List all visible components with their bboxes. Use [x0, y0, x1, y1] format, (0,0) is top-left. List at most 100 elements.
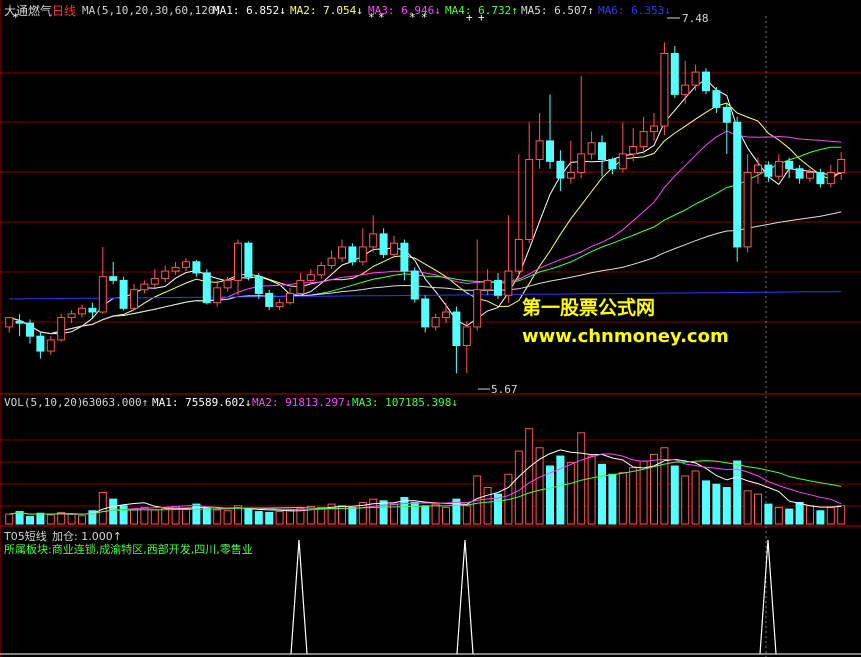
volume-bar [379, 500, 388, 525]
candle-body [670, 52, 679, 95]
ma6-readout: MA6: 6.353↓ [598, 4, 671, 17]
volume-bar [275, 511, 284, 525]
ma3-readout: MA3: 6.946↓ [368, 4, 441, 17]
candle-body [223, 279, 232, 289]
candle-body [795, 168, 804, 179]
volume-bar [743, 490, 752, 525]
volume-bar [223, 510, 232, 525]
candle-body [473, 289, 482, 328]
volume-bar [213, 509, 222, 525]
candle-body [702, 71, 710, 92]
candle-body [421, 298, 430, 328]
candle-body [764, 164, 773, 177]
volume-bar [254, 511, 263, 525]
volume-bar [317, 506, 326, 525]
candle-body [816, 172, 825, 185]
candle-body [234, 242, 242, 281]
volume-bar [618, 472, 627, 525]
candle-body [546, 140, 554, 162]
volume-bar [795, 501, 804, 525]
volume-bar [691, 470, 700, 525]
candle-body [296, 279, 305, 294]
candle-body [410, 270, 419, 300]
candle-body [98, 276, 107, 313]
candle-body [712, 90, 721, 108]
signal-spike [290, 539, 308, 655]
candle-body [400, 242, 409, 272]
candle-body [140, 283, 149, 291]
candle-body [265, 292, 274, 307]
candle-body [78, 307, 86, 315]
candle-body [806, 172, 814, 179]
candle-body [754, 164, 762, 174]
candle-body [379, 233, 388, 255]
candle-body [57, 317, 66, 341]
volume-bar [78, 515, 86, 525]
candle-body [650, 125, 658, 133]
high-price-label: 7.48 [682, 12, 709, 25]
volume-bar [67, 513, 76, 525]
candle-body [525, 159, 534, 240]
volume-bar [369, 498, 378, 525]
volume-bar [421, 505, 430, 525]
volume-bar [556, 455, 565, 525]
candle-body [275, 302, 284, 307]
ma4-readout: MA4: 6.732↑ [445, 4, 518, 17]
volume-bar [161, 507, 170, 525]
volume-bar [348, 506, 357, 525]
candle-body [556, 160, 565, 179]
stock-chart: * * * * * + + [0, 0, 861, 657]
volume-bar [525, 428, 534, 525]
candle-body [348, 246, 357, 263]
period-label: 日线 [52, 4, 77, 18]
candle-body [774, 160, 783, 177]
candle-body [483, 279, 492, 291]
candle-body [691, 71, 700, 86]
volume-bar [639, 460, 648, 525]
volume-bar [202, 506, 211, 525]
volume-bar [670, 465, 679, 525]
volume-spec: VOL(5,10,20) [4, 396, 84, 409]
candle-body [88, 307, 97, 313]
volume-bar [442, 506, 450, 525]
candle-body [358, 246, 367, 263]
signal-spike [759, 539, 777, 655]
watermark-url: www.chnmoney.com [522, 326, 729, 347]
volume-bar [410, 501, 419, 525]
volume-bar [754, 493, 762, 525]
candle-body [629, 145, 638, 155]
volume-bar [5, 513, 14, 525]
volume-bar [774, 506, 783, 525]
candle-body [244, 242, 253, 278]
t05-signal-line [0, 539, 861, 655]
candle-body [171, 266, 180, 272]
candle-body [67, 313, 76, 319]
candle-body [36, 335, 45, 352]
volume-bar [244, 508, 253, 525]
volume-bar [816, 510, 825, 525]
candle-body [608, 159, 617, 170]
volume-bar [462, 505, 471, 525]
volume-bar [608, 473, 617, 525]
candle-body [150, 278, 159, 285]
volume-ma3-readout: MA3: 107185.398↓ [352, 396, 458, 409]
candle-body [837, 159, 846, 174]
candle-body [202, 272, 211, 304]
ma5-readout: MA5: 6.507↑ [521, 4, 594, 17]
candle-body [442, 311, 450, 319]
volume-bar [826, 506, 835, 525]
candle-body [213, 287, 222, 304]
candle-body [577, 153, 586, 174]
volume-bar [182, 508, 190, 525]
candle-body [618, 153, 627, 170]
candle-body [462, 326, 471, 346]
candle-body [182, 261, 190, 268]
signal-spike [456, 539, 474, 655]
candlestick-series [5, 42, 846, 374]
candle-body [306, 274, 315, 281]
volume-bar [577, 432, 586, 525]
volume-bar [629, 467, 638, 525]
candle-body [130, 289, 138, 309]
candle-body [514, 238, 523, 272]
candle-body [743, 172, 752, 248]
